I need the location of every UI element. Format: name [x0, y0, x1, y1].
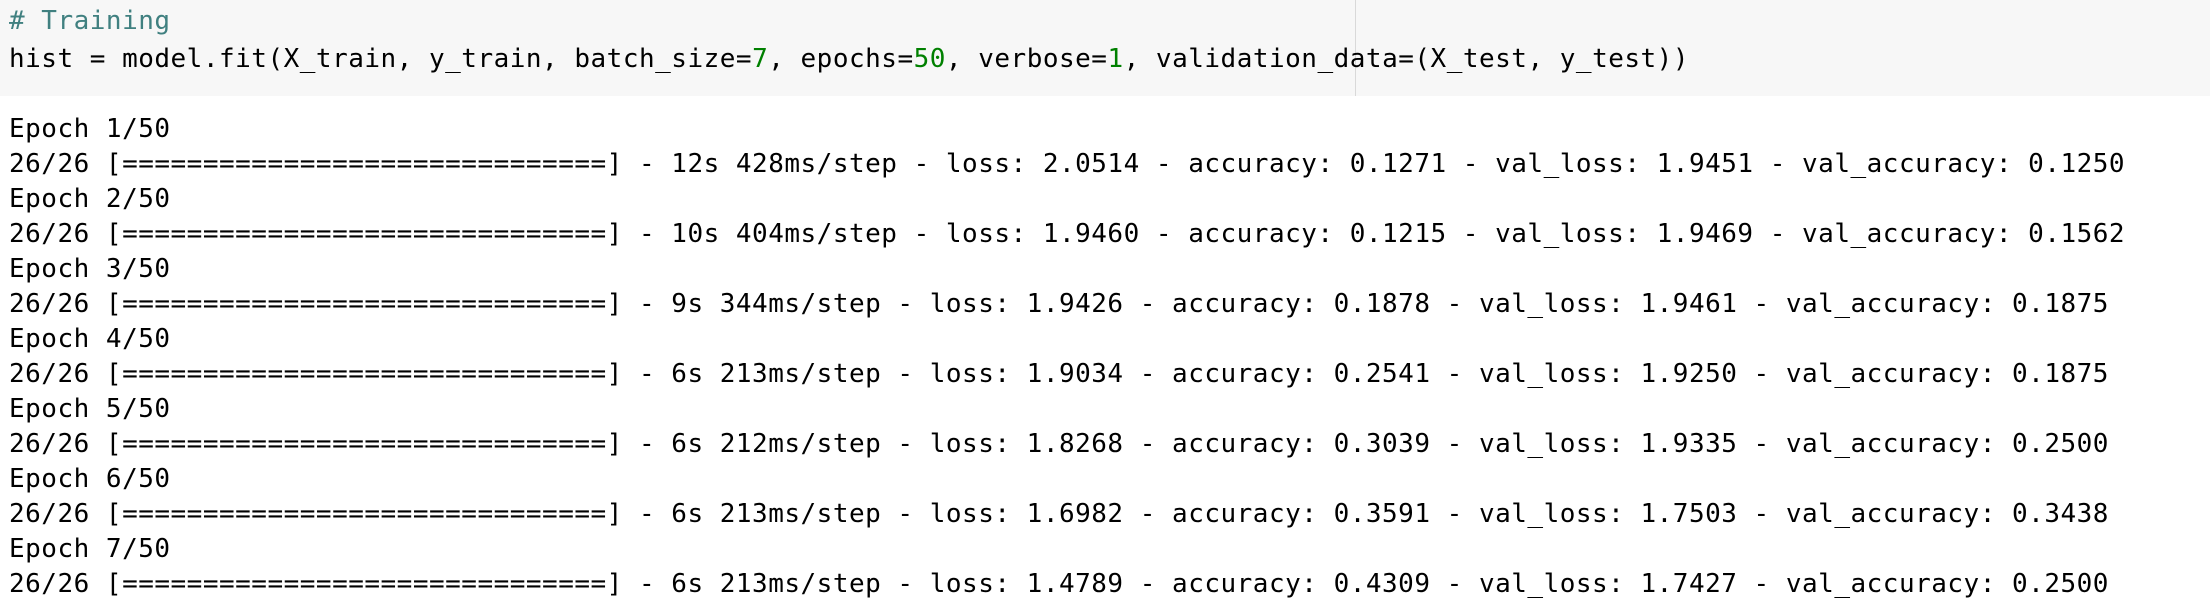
code-fit-validation-arg: , validation_data=(X_test, y_test)) [1123, 44, 1689, 74]
epoch-header: Epoch 7/50 [9, 534, 171, 564]
epoch-progress-line: 26/26 [==============================] -… [9, 359, 2109, 389]
code-fit-verbose-arg: , verbose= [945, 44, 1108, 74]
epoch-progress-line: 26/26 [==============================] -… [9, 289, 2109, 319]
epoch-header: Epoch 3/50 [9, 254, 171, 284]
cell-output: Epoch 1/50 26/26 [======================… [9, 112, 2209, 602]
epoch-header: Epoch 5/50 [9, 394, 171, 424]
epoch-progress-line: 26/26 [==============================] -… [9, 499, 2109, 529]
verbose-value: 1 [1107, 44, 1124, 74]
epochs-value: 50 [913, 44, 946, 74]
epoch-header: Epoch 6/50 [9, 464, 171, 494]
epoch-header: Epoch 1/50 [9, 114, 171, 144]
batch-size-value: 7 [752, 44, 769, 74]
epoch-header: Epoch 4/50 [9, 324, 171, 354]
epoch-progress-line: 26/26 [==============================] -… [9, 149, 2126, 179]
code-fit-line: hist = model.fit(X_train, y_train, batch… [9, 41, 1689, 77]
epoch-progress-line: 26/26 [==============================] -… [9, 429, 2109, 459]
epoch-progress-line: 26/26 [==============================] -… [9, 569, 2109, 599]
code-fit-epochs-arg: , epochs= [768, 44, 914, 74]
code-cell[interactable]: # Training hist = model.fit(X_train, y_t… [0, 0, 2210, 96]
code-comment: # Training [9, 6, 171, 36]
code-fit-call: hist = model.fit(X_train, y_train, batch… [9, 44, 753, 74]
epoch-header: Epoch 2/50 [9, 184, 171, 214]
epoch-progress-line: 26/26 [==============================] -… [9, 219, 2126, 249]
code-comment-line: # Training [9, 3, 171, 39]
